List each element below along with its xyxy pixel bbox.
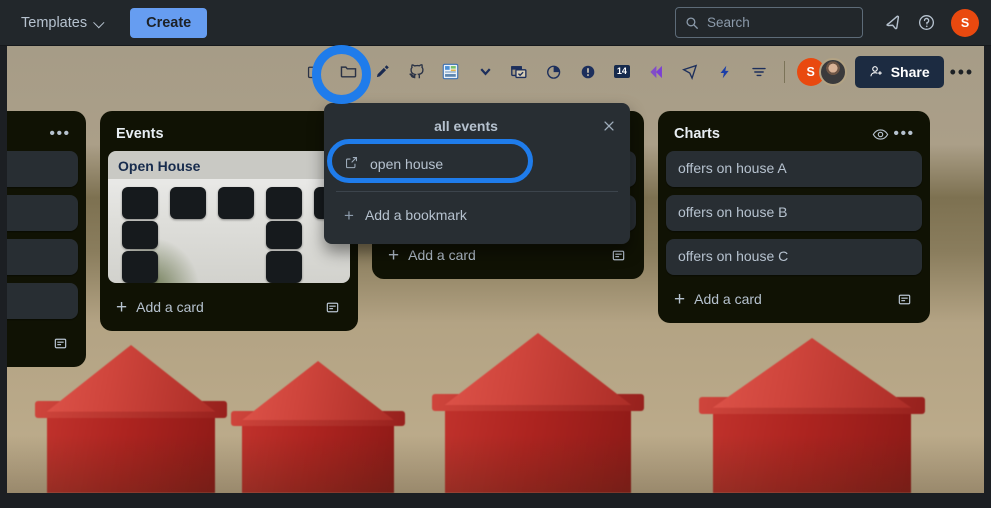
card-template-icon[interactable] [606,243,630,267]
list-header: Events [108,119,350,149]
card-item[interactable] [7,283,78,319]
share-label: Share [890,63,930,80]
account-avatar[interactable]: S [951,8,979,37]
add-bookmark-row[interactable]: + Add a bookmark [334,196,620,234]
add-bookmark-label: Add a bookmark [364,207,467,223]
card-item[interactable] [7,239,78,275]
create-button[interactable]: Create [130,7,208,38]
calendar-14-icon[interactable]: 14 [609,57,635,87]
add-card-label: Add a card [408,247,476,263]
bookmark-label: open house [370,156,444,172]
card-item[interactable]: offers on house A [666,151,922,187]
folder-icon[interactable] [335,57,361,87]
plus-icon: + [116,296,128,318]
share-button[interactable]: Share [854,55,944,88]
pen-icon[interactable] [369,57,395,87]
card-template-icon[interactable] [48,331,72,355]
card-item[interactable] [7,151,78,187]
browser-extension-toolbar: 14 S Share ••• [7,46,984,97]
board-members: S [796,57,847,86]
board-more-menu-button[interactable]: ••• [950,63,974,81]
card-template-icon[interactable] [320,295,344,319]
eye-icon[interactable] [868,122,892,146]
bookmarks-popup[interactable]: all events open house + Add a bookmark [324,103,630,244]
add-card-row[interactable]: + Add a card [108,291,350,323]
card-open-house[interactable]: Open House [108,151,350,283]
dashboard-app-icon[interactable] [438,57,464,87]
header-right-group: Search S [675,7,979,38]
card-template-icon[interactable] [892,287,916,311]
toolbar-divider [783,60,785,83]
popup-header: all events [324,109,630,143]
card-item[interactable]: offers on house C [666,239,922,275]
list-actions-button[interactable]: ••• [892,122,916,146]
card-item[interactable]: offers on house B [666,195,922,231]
templates-label: Templates [21,14,88,31]
card-item[interactable] [7,195,78,231]
pie-chart-icon[interactable] [540,57,566,87]
list-cards [7,149,78,319]
close-icon[interactable] [596,113,622,139]
list-title: Charts [674,126,720,142]
chevron-down-icon [94,19,105,26]
search-input[interactable]: Search [675,7,863,38]
github-icon[interactable] [404,57,430,87]
add-card-row[interactable] [7,327,78,359]
search-placeholder: Search [707,15,750,30]
calendar-day-number: 14 [613,65,630,78]
window-left-edge [0,46,7,508]
list-title: Events [116,126,164,142]
popup-divider [336,191,618,192]
chevrons-left-icon[interactable] [643,57,669,87]
lightning-bolt-icon[interactable] [711,57,737,87]
list-partial-left[interactable]: ••• [7,111,86,367]
list-header: Charts ••• [666,119,922,149]
plus-icon: + [344,205,354,225]
external-link-icon [344,155,359,173]
notification-bell-icon[interactable] [877,8,907,38]
add-card-row[interactable]: + Add a card [666,283,922,315]
trello-board-screen: ••• Events Open House + Add a card + Add… [0,0,991,508]
add-card-label: Add a card [136,299,204,315]
list-cards: Open House [108,149,350,283]
plus-icon: + [388,244,400,266]
templates-menu-button[interactable]: Templates [12,9,114,37]
popup-title: all events [434,118,498,134]
info-circle-icon[interactable] [575,57,601,87]
list-events[interactable]: Events Open House + Add a card [100,111,358,331]
desk-shadow [7,435,984,493]
bookmark-open-house[interactable]: open house [334,145,620,183]
list-charts[interactable]: Charts ••• offers on house A offers on h… [658,111,930,323]
chevron-down-icon[interactable] [472,57,498,87]
plus-icon: + [674,288,686,310]
card-cover-image [108,179,350,283]
card-title: Open House [108,151,350,179]
app-header: Templates Create Search S [0,0,991,46]
list-cards: offers on house A offers on house B offe… [666,149,922,275]
help-circle-icon[interactable] [911,8,941,38]
list-header: ••• [7,119,78,149]
send-plane-icon[interactable] [677,57,703,87]
list-actions-button[interactable]: ••• [48,122,72,146]
external-link-icon[interactable] [301,57,327,87]
add-card-label: Add a card [694,291,762,307]
window-check-icon[interactable] [506,57,532,87]
window-bottom-edge [0,493,991,508]
filter-icon[interactable] [746,57,772,87]
member-avatar-photo[interactable] [818,57,847,86]
search-icon [686,16,698,29]
window-right-edge [984,46,991,508]
